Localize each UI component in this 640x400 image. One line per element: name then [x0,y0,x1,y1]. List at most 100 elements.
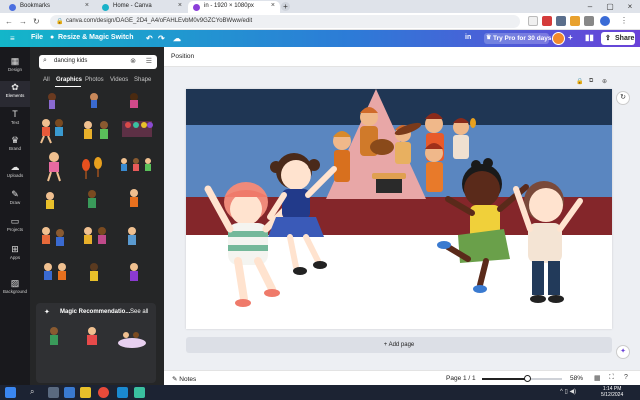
rail-item-text[interactable]: T Text [0,108,30,134]
lock-icon[interactable]: 🔒 [576,78,583,85]
rail-item-draw[interactable]: ✎ Draw [0,188,30,214]
tab-bookmarks[interactable]: Bookmarks × [4,1,94,13]
graphic-thumbnail[interactable] [42,227,64,246]
graphic-thumbnail[interactable] [82,157,102,179]
graphic-thumbnail[interactable] [84,227,106,244]
tab-photos[interactable]: Photos [85,77,104,83]
system-tray-icons[interactable]: ^ ▯ ◀) [560,388,576,395]
help-icon[interactable]: ? [624,374,628,381]
try-pro-button[interactable]: ♛ Try Pro for 30 days [484,33,552,44]
design-title[interactable]: in [465,34,471,41]
app-icon[interactable] [117,387,128,398]
zoom-slider[interactable] [482,375,562,382]
graphic-thumbnail[interactable] [130,189,138,207]
add-icon[interactable]: + [568,33,573,42]
rail-item-brand[interactable]: ♛ Brand [0,134,30,160]
clock[interactable]: 1:14 PM 5/12/2024 [601,386,623,398]
graphic-thumbnail[interactable] [130,93,138,108]
tab-graphics[interactable]: Graphics [56,77,82,83]
graphic-thumbnail[interactable] [84,121,92,139]
rail-item-design[interactable]: ▦ Design [0,55,30,81]
close-icon[interactable]: × [271,2,275,9]
graphic-thumbnail[interactable] [46,192,54,209]
menu-icon[interactable]: ≡ [10,34,15,43]
graphic-thumbnail[interactable] [90,93,98,108]
position-button[interactable]: Position [171,53,194,60]
zoom-slider-handle[interactable] [524,375,532,382]
rail-item-elements[interactable]: ✿ Elements [0,81,30,107]
back-icon[interactable]: ← [5,17,13,26]
forward-icon[interactable]: → [19,17,27,26]
url-field[interactable]: 🔒 canva.com/design/DAGE_2D4_A4/oFAHLEvbM… [50,15,520,28]
rail-item-apps[interactable]: ⊞ Apps [0,243,30,269]
fullscreen-icon[interactable]: ⛶ [609,374,614,382]
file-explorer-icon[interactable] [80,387,91,398]
graphic-thumbnail[interactable] [90,263,98,281]
graphic-thumbnail[interactable] [44,263,66,280]
file-menu[interactable]: File [31,34,43,41]
rail-item-projects[interactable]: ▭ Projects [0,215,30,241]
edge-icon[interactable] [64,387,75,398]
see-all-link[interactable]: See all [130,309,148,315]
extension-icon[interactable] [542,16,552,26]
reload-icon[interactable]: ↻ [33,17,40,26]
chrome-icon[interactable] [98,387,109,398]
graphic-thumbnail[interactable] [130,263,138,281]
close-icon[interactable]: × [178,2,182,9]
maximize-icon[interactable]: ▢ [600,0,620,13]
task-view-icon[interactable] [48,387,59,398]
extension-icon[interactable] [556,16,566,26]
start-icon[interactable] [5,387,16,398]
filter-icon[interactable]: ☰ [146,57,152,65]
menu-icon[interactable]: ⋮ [620,16,630,26]
grid-view-icon[interactable]: ▦ [594,374,601,382]
add-page-icon[interactable]: ⊕ [602,78,607,85]
extension-icon[interactable] [570,16,580,26]
star-icon[interactable] [528,16,538,26]
redo-icon[interactable]: ↷ [158,34,165,43]
graphic-thumbnail[interactable] [128,227,136,245]
refresh-icon[interactable]: ↻ [616,91,630,105]
graphic-thumbnail[interactable] [50,327,58,345]
minimize-icon[interactable]: – [580,0,600,13]
user-avatar[interactable] [552,32,565,45]
graphic-thumbnail[interactable] [48,93,56,109]
graphic-thumbnail[interactable] [55,119,63,136]
tab-design[interactable]: in - 1920 × 1080px × [188,1,280,13]
graphic-thumbnail[interactable] [118,332,146,348]
clear-icon[interactable]: ⊗ [130,57,136,65]
analytics-icon[interactable]: ▮▮ [585,33,594,42]
graphic-thumbnail[interactable] [100,121,108,139]
zoom-level[interactable]: 58% [570,375,583,382]
notes-button[interactable]: ✎ Notes [172,375,196,383]
new-tab-button[interactable]: + [281,2,290,11]
undo-icon[interactable]: ↶ [146,34,153,43]
close-icon[interactable]: × [85,2,89,9]
share-button[interactable]: ⇪ Share [601,32,635,45]
tab-home-canva[interactable]: Home - Canva × [97,1,187,13]
cloud-saved-icon[interactable]: ☁ [173,34,181,43]
tab-videos[interactable]: Videos [110,77,128,83]
resize-magic-switch-button[interactable]: Resize & Magic Switch [58,34,133,41]
rail-item-uploads[interactable]: ☁ Uploads [0,161,30,187]
graphic-thumbnail[interactable] [122,121,153,137]
add-page-button[interactable]: + Add page [186,337,612,353]
search-input[interactable]: ⌕ dancing kids ⊗ ☰ [39,55,157,69]
close-window-icon[interactable]: × [620,0,640,13]
duplicate-icon[interactable]: ⧉ [589,78,593,85]
search-icon[interactable]: ⌕ [30,387,41,398]
app-icon[interactable] [134,387,145,398]
graphic-thumbnail[interactable] [88,190,96,208]
graphic-thumbnail[interactable] [87,327,97,345]
graphic-thumbnail[interactable] [47,152,61,182]
profile-avatar[interactable] [600,16,610,26]
rail-item-background[interactable]: ▨ Background [0,277,30,303]
puzzle-icon[interactable] [584,16,594,26]
graphic-thumbnail[interactable] [40,119,52,144]
tab-shapes[interactable]: Shape [134,77,151,83]
page-indicator[interactable]: Page 1 / 1 [446,375,476,382]
tab-all[interactable]: All [43,77,50,83]
design-canvas[interactable] [186,89,612,329]
graphic-thumbnail[interactable] [121,158,151,171]
magic-assistant-icon[interactable]: ✦ [616,345,630,359]
